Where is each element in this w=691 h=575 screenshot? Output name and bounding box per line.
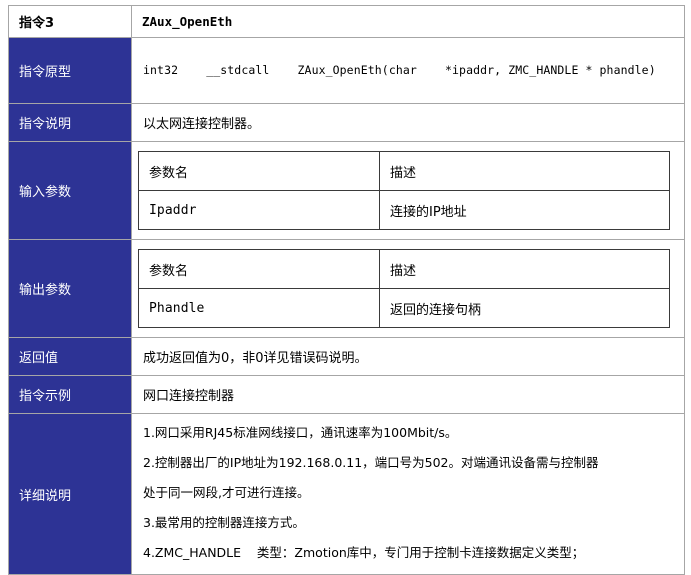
instruction-table: 指令3 ZAux_OpenEth 指令原型 int32 __stdcall ZA… xyxy=(8,5,685,575)
example-label: 指令示例 xyxy=(8,375,132,414)
details-row: 详细说明 1.网口采用RJ45标准网线接口，通讯速率为100Mbit/s。 2.… xyxy=(8,413,685,575)
function-name: ZAux_OpenEth xyxy=(131,5,685,38)
output-params-label: 输出参数 xyxy=(8,239,132,338)
output-params-cell: 参数名 描述 Phandle 返回的连接句柄 xyxy=(131,239,685,338)
return-value-label: 返回值 xyxy=(8,337,132,376)
column-header-name: 参数名 xyxy=(138,249,380,289)
table-row: Ipaddr 连接的IP地址 xyxy=(138,190,670,230)
table-header-row: 参数名 描述 xyxy=(138,151,670,191)
details-cell: 1.网口采用RJ45标准网线接口，通讯速率为100Mbit/s。 2.控制器出厂… xyxy=(131,413,685,575)
input-params-cell: 参数名 描述 Ipaddr 连接的IP地址 xyxy=(131,141,685,240)
return-value-text: 成功返回值为0，非0详见错误码说明。 xyxy=(131,337,685,376)
example-row: 指令示例 网口连接控制器 xyxy=(8,375,685,414)
param-name: Ipaddr xyxy=(138,190,380,230)
details-list: 1.网口采用RJ45标准网线接口，通讯速率为100Mbit/s。 2.控制器出厂… xyxy=(143,414,676,574)
api-doc-page: 指令3 ZAux_OpenEth 指令原型 int32 __stdcall ZA… xyxy=(0,0,691,575)
description-text: 以太网连接控制器。 xyxy=(131,103,685,142)
example-text: 网口连接控制器 xyxy=(131,375,685,414)
output-params-row: 输出参数 参数名 描述 Phandle 返回的连接句柄 xyxy=(8,239,685,338)
param-desc: 连接的IP地址 xyxy=(379,190,670,230)
detail-line-1: 1.网口采用RJ45标准网线接口，通讯速率为100Mbit/s。 xyxy=(143,425,458,440)
input-params-table: 参数名 描述 Ipaddr 连接的IP地址 xyxy=(138,151,670,230)
input-params-row: 输入参数 参数名 描述 Ipaddr 连接的IP地址 xyxy=(8,141,685,240)
prototype-row: 指令原型 int32 __stdcall ZAux_OpenEth(char *… xyxy=(8,37,685,104)
prototype-cell: int32 __stdcall ZAux_OpenEth(char *ipadd… xyxy=(131,37,685,104)
input-params-label: 输入参数 xyxy=(8,141,132,240)
column-header-desc: 描述 xyxy=(379,249,670,289)
description-label: 指令说明 xyxy=(8,103,132,142)
table-header-row: 参数名 描述 xyxy=(138,249,670,289)
output-params-table: 参数名 描述 Phandle 返回的连接句柄 xyxy=(138,249,670,328)
details-label: 详细说明 xyxy=(8,413,132,575)
column-header-desc: 描述 xyxy=(379,151,670,191)
prototype-text: int32 __stdcall ZAux_OpenEth(char *ipadd… xyxy=(143,63,656,77)
column-header-name: 参数名 xyxy=(138,151,380,191)
detail-line-5: 4.ZMC_HANDLE 类型：Zmotion库中，专门用于控制卡连接数据定义类… xyxy=(143,545,585,560)
detail-line-3: 处于同一网段,才可进行连接。 xyxy=(143,485,310,500)
header-row: 指令3 ZAux_OpenEth xyxy=(8,5,685,38)
return-value-row: 返回值 成功返回值为0，非0详见错误码说明。 xyxy=(8,337,685,376)
table-row: Phandle 返回的连接句柄 xyxy=(138,288,670,328)
detail-line-4: 3.最常用的控制器连接方式。 xyxy=(143,515,305,530)
prototype-label: 指令原型 xyxy=(8,37,132,104)
detail-line-2: 2.控制器出厂的IP地址为192.168.0.11，端口号为502。对端通讯设备… xyxy=(143,455,599,470)
param-name: Phandle xyxy=(138,288,380,328)
instruction-number: 指令3 xyxy=(8,5,132,38)
description-row: 指令说明 以太网连接控制器。 xyxy=(8,103,685,142)
param-desc: 返回的连接句柄 xyxy=(379,288,670,328)
